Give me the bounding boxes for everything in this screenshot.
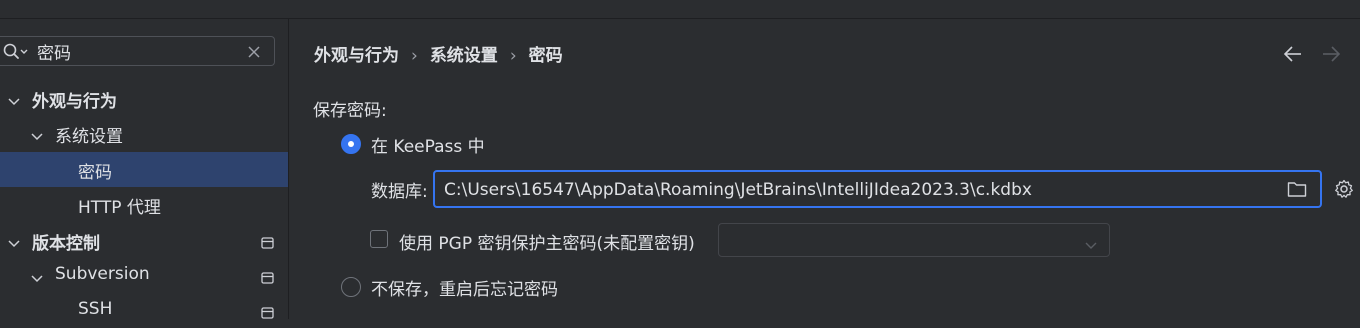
tree-item-passwords[interactable]: 密码	[0, 152, 288, 187]
no-save-radio[interactable]	[341, 277, 361, 297]
database-path-input[interactable]	[444, 179, 1264, 201]
pgp-key-dropdown[interactable]	[718, 223, 1110, 257]
tree-item-label: 密码	[78, 163, 112, 183]
title-bar	[0, 0, 1360, 19]
settings-content: 外观与行为 › 系统设置 › 密码 保存密码: 在 KeePass 中 数据库: 使用 …	[289, 19, 1360, 319]
tree-item-label: HTTP 代理	[78, 198, 161, 218]
project-scope-icon	[261, 234, 274, 249]
tree-item-label: SSH	[78, 299, 113, 319]
tree-item-version-control[interactable]: 版本控制	[0, 223, 288, 258]
breadcrumb-separator-icon: ›	[411, 46, 418, 66]
tree-item-http-proxy[interactable]: HTTP 代理	[0, 187, 288, 222]
search-icon[interactable]	[2, 42, 28, 62]
tree-item-system-settings[interactable]: 系统设置	[0, 116, 288, 151]
chevron-down-icon[interactable]	[8, 235, 20, 248]
breadcrumb-item: 密码	[528, 46, 563, 66]
folder-icon[interactable]	[1287, 180, 1307, 198]
chevron-down-icon[interactable]	[31, 270, 43, 283]
keepass-radio[interactable]	[341, 134, 361, 154]
save-passwords-label: 保存密码:	[313, 101, 387, 121]
pgp-checkbox-label[interactable]: 使用 PGP 密钥保护主密码(未配置密钥)	[399, 229, 695, 254]
breadcrumb-item[interactable]: 外观与行为	[314, 41, 399, 66]
chevron-down-icon[interactable]	[1085, 236, 1097, 249]
breadcrumb-separator-icon: ›	[509, 46, 517, 66]
tree-item-appearance-behavior[interactable]: 外观与行为	[0, 81, 288, 116]
tree-item-label: 外观与行为	[32, 92, 117, 112]
chevron-down-icon[interactable]	[8, 93, 20, 106]
tree-item-ssh[interactable]: SSH	[0, 293, 288, 328]
no-save-option-label[interactable]: 不保存，重启后忘记密码	[371, 275, 558, 300]
database-path-field[interactable]	[433, 170, 1322, 208]
tree-item-label: 版本控制	[32, 234, 100, 254]
keepass-option-label[interactable]: 在 KeePass 中	[371, 132, 485, 157]
gear-icon[interactable]	[1334, 179, 1354, 199]
settings-sidebar: 外观与行为 系统设置 密码 HTTP 代理 版本控制 Subversion SS…	[0, 19, 288, 319]
breadcrumb-item[interactable]: 系统设置	[430, 41, 498, 66]
database-label: 数据库:	[371, 182, 428, 202]
arrow-left-icon[interactable]	[1283, 45, 1303, 63]
settings-search[interactable]	[0, 36, 275, 66]
pgp-checkbox[interactable]	[370, 230, 388, 248]
arrow-right-icon[interactable]	[1321, 45, 1341, 63]
tree-item-subversion[interactable]: Subversion	[0, 258, 288, 293]
search-input[interactable]	[37, 40, 237, 62]
project-scope-icon	[261, 269, 274, 284]
breadcrumb: 外观与行为 › 系统设置 › 密码	[314, 41, 563, 66]
tree-item-label: Subversion	[55, 264, 150, 284]
chevron-down-icon[interactable]	[31, 128, 43, 141]
tree-item-label: 系统设置	[55, 127, 123, 147]
close-icon[interactable]	[246, 44, 262, 60]
project-scope-icon	[261, 304, 274, 319]
